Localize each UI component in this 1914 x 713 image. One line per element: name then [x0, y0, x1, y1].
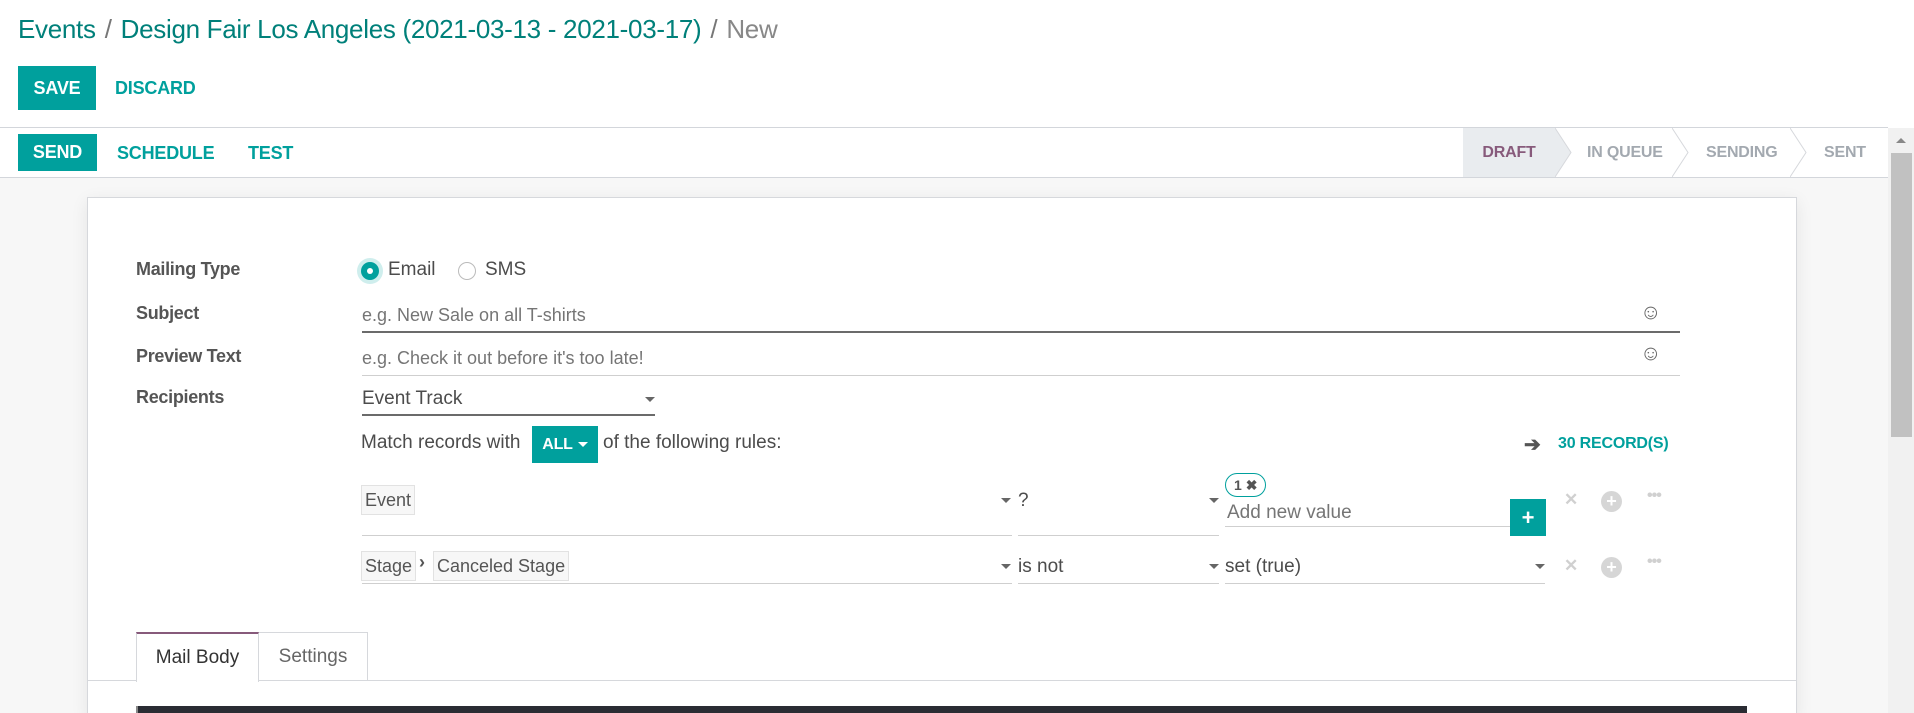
send-button[interactable]: SEND: [18, 134, 97, 171]
subject-underline: [362, 331, 1680, 333]
rule-operator-underline: [1018, 583, 1219, 584]
match-prefix: Match records with: [361, 432, 521, 453]
mailing-type-label: Mailing Type: [136, 259, 241, 279]
rule-operator[interactable]: ?: [1018, 490, 1029, 512]
breadcrumb-current: New: [726, 14, 778, 44]
scrollbar-thumb[interactable]: [1891, 153, 1912, 437]
record-count-link[interactable]: 30 RECORD(S): [1558, 435, 1669, 453]
rule-field-underline: [362, 583, 1012, 584]
rule-field-underline: [362, 535, 1012, 536]
rule-field-tag[interactable]: Event: [361, 485, 416, 515]
chevron-down-icon[interactable]: [1001, 564, 1011, 569]
recipients-underline: [362, 414, 655, 416]
breadcrumb-separator: /: [710, 14, 718, 44]
add-value-button[interactable]: +: [1510, 499, 1546, 536]
recipients-label: Recipients: [136, 387, 225, 407]
status-in-queue[interactable]: IN QUEUE: [1587, 128, 1663, 177]
mail-body-editor[interactable]: [136, 706, 1747, 713]
rule-value-underline: [1225, 526, 1510, 527]
chevron-down-icon[interactable]: [1209, 498, 1219, 503]
radio-sms[interactable]: [458, 262, 476, 280]
add-rule-icon[interactable]: +: [1601, 557, 1622, 578]
rule-value-select[interactable]: set (true): [1225, 556, 1301, 578]
emoji-icon[interactable]: ☺: [1640, 301, 1661, 325]
test-button[interactable]: TEST: [248, 143, 293, 164]
breadcrumb-events[interactable]: Events: [18, 14, 96, 44]
add-rule-icon[interactable]: +: [1601, 491, 1622, 512]
delete-rule-icon[interactable]: ✕: [1564, 490, 1578, 510]
chevron-down-icon[interactable]: [1535, 564, 1545, 569]
rule-field-tag[interactable]: Stage: [361, 551, 417, 581]
discard-button[interactable]: DISCARD: [115, 78, 196, 99]
chevron-down-icon[interactable]: [1001, 498, 1011, 503]
recipients-select[interactable]: Event Track: [362, 388, 462, 410]
schedule-button[interactable]: SCHEDULE: [117, 143, 215, 164]
match-suffix: of the following rules:: [603, 432, 782, 453]
more-options-icon[interactable]: •••: [1647, 553, 1662, 571]
chevron-down-icon[interactable]: [1209, 564, 1219, 569]
preview-text-underline: [362, 375, 1680, 376]
arrow-right-icon: ➔: [1524, 434, 1541, 456]
status-sending[interactable]: SENDING: [1706, 128, 1778, 177]
status-sent[interactable]: SENT: [1824, 128, 1866, 177]
subject-label: Subject: [136, 303, 199, 323]
status-arrow: [1790, 128, 1807, 177]
breadcrumb: Events / Design Fair Los Angeles (2021-03-…: [18, 14, 778, 45]
value-tag-label: 1: [1234, 477, 1242, 493]
radio-email-label[interactable]: Email: [388, 259, 436, 281]
rule-operator[interactable]: is not: [1018, 556, 1063, 578]
match-mode-dropdown[interactable]: ALL: [532, 426, 598, 463]
preview-text-label: Preview Text: [136, 346, 242, 366]
chevron-right-icon: ›: [419, 552, 425, 572]
scroll-up-button[interactable]: [1888, 128, 1914, 152]
radio-email[interactable]: [361, 262, 379, 280]
tab-settings[interactable]: Settings: [259, 632, 368, 681]
remove-tag-icon[interactable]: ✖: [1246, 477, 1258, 493]
breadcrumb-event[interactable]: Design Fair Los Angeles (2021-03-13 - 20…: [121, 14, 702, 44]
preview-text-input[interactable]: [362, 345, 1632, 371]
status-draft: DRAFT: [1463, 128, 1555, 177]
value-tag: 1 ✖: [1225, 473, 1267, 497]
emoji-icon[interactable]: ☺: [1640, 342, 1661, 366]
radio-sms-label[interactable]: SMS: [485, 259, 526, 281]
more-options-icon[interactable]: •••: [1647, 487, 1662, 505]
rule-value-underline: [1225, 583, 1545, 584]
rule-operator-underline: [1018, 535, 1219, 536]
breadcrumb-separator: /: [104, 14, 112, 44]
match-mode-label: ALL: [542, 435, 573, 453]
delete-rule-icon[interactable]: ✕: [1564, 556, 1578, 576]
subject-input[interactable]: [362, 302, 1632, 328]
rule-field-tag[interactable]: Canceled Stage: [433, 551, 570, 581]
chevron-down-icon: [577, 442, 588, 447]
status-arrow: [1555, 128, 1572, 177]
add-value-input[interactable]: [1227, 500, 1507, 526]
chevron-down-icon[interactable]: [645, 397, 655, 402]
save-button[interactable]: SAVE: [18, 66, 96, 110]
status-arrow: [1672, 128, 1689, 177]
chevron-up-icon: [1896, 137, 1906, 143]
tab-mail-body[interactable]: Mail Body: [136, 632, 259, 682]
